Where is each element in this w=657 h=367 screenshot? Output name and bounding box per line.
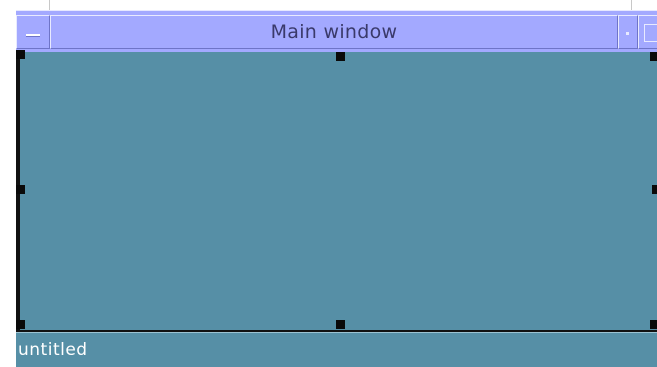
selection-handle-middle-left[interactable] <box>16 185 25 194</box>
selection-handle-bottom-left[interactable] <box>16 320 25 329</box>
status-text: untitled <box>18 340 88 360</box>
window-title: Main window <box>50 15 618 49</box>
maximize-button[interactable] <box>638 15 657 49</box>
frame-tick <box>49 0 50 10</box>
design-canvas[interactable] <box>16 50 657 332</box>
selection-handle-middle-right[interactable] <box>652 185 657 194</box>
main-window: Main window untitled <box>16 10 657 367</box>
minimize-icon <box>626 32 629 35</box>
selection-handle-bottom-center[interactable] <box>336 320 345 329</box>
status-bar: untitled <box>16 332 657 367</box>
window-menu-icon <box>26 34 40 37</box>
selection-handle-bottom-right[interactable] <box>650 320 657 329</box>
desktop-strip <box>0 0 657 10</box>
title-bar[interactable]: Main window <box>16 10 657 52</box>
minimize-button[interactable] <box>618 15 638 49</box>
selection-handle-top-center[interactable] <box>336 52 345 61</box>
frame-tick <box>631 0 632 10</box>
maximize-icon <box>644 24 657 42</box>
selection-handle-top-left[interactable] <box>16 50 25 59</box>
selection-handle-top-right[interactable] <box>650 52 657 61</box>
window-menu-button[interactable] <box>16 15 50 49</box>
